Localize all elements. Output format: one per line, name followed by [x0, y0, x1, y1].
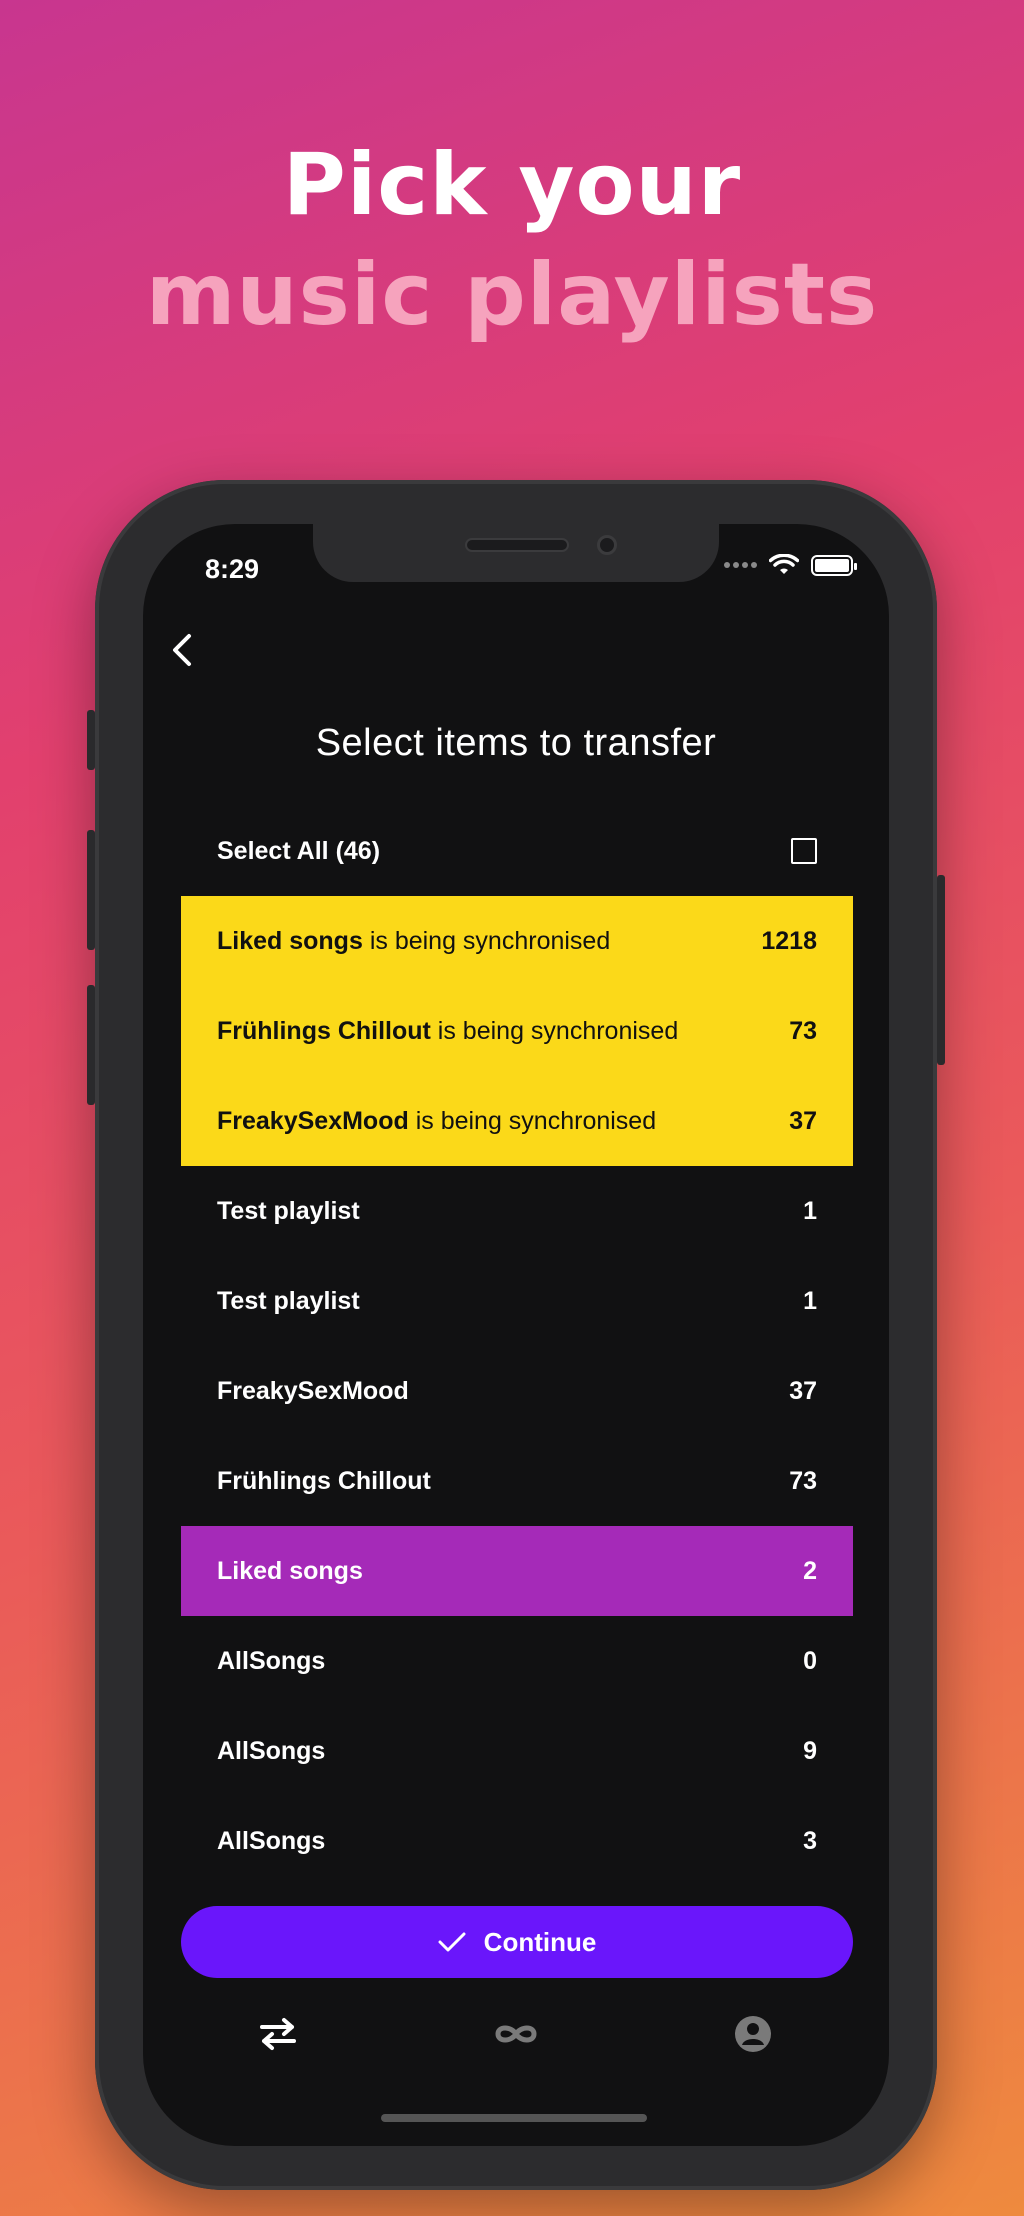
home-indicator[interactable]	[381, 2114, 647, 2122]
playlist-name: AllSongs	[217, 1646, 326, 1675]
playlist-name: Liked songs	[217, 926, 363, 955]
volume-up-button	[87, 830, 95, 950]
select-all-checkbox[interactable]	[791, 838, 817, 864]
track-count: 3	[803, 1826, 817, 1855]
playlist-row-selected[interactable]: Liked songs 2	[181, 1526, 853, 1616]
volume-down-button	[87, 985, 95, 1105]
camera	[597, 535, 617, 555]
power-button	[937, 875, 945, 1065]
headline-line-1: Pick your	[282, 135, 742, 235]
infinity-icon	[495, 2025, 537, 2043]
playlist-row[interactable]: AllSongs 3	[181, 1796, 853, 1886]
playlist-name: FreakySexMood	[217, 1376, 409, 1405]
track-count: 1218	[761, 926, 817, 955]
back-arrow-icon[interactable]	[161, 628, 205, 672]
tab-sync[interactable]	[486, 2004, 546, 2064]
select-all-label: Select All (46)	[217, 836, 381, 865]
playlist-name: Liked songs	[217, 1556, 363, 1585]
notch	[313, 524, 719, 582]
transfer-icon	[260, 2018, 296, 2050]
status-icons	[724, 554, 857, 576]
speaker	[465, 538, 569, 552]
sync-row: Liked songs is being synchronised 1218	[181, 896, 853, 986]
continue-button[interactable]: Continue	[181, 1906, 853, 1978]
track-count: 37	[789, 1376, 817, 1405]
track-count: 1	[803, 1286, 817, 1315]
track-count: 9	[803, 1736, 817, 1765]
playlist-name: FreakySexMood	[217, 1106, 409, 1135]
sync-status-text: is being synchronised	[408, 1106, 657, 1135]
screen-title: Select items to transfer	[315, 722, 717, 764]
playlist-row[interactable]: Frühlings Chillout 73	[181, 1436, 853, 1526]
playlist-row[interactable]: Test playlist 1	[181, 1166, 853, 1256]
sync-status-text: is being synchronised	[362, 926, 611, 955]
playlist-name: Frühlings Chillout	[217, 1016, 431, 1045]
profile-icon	[735, 2016, 771, 2052]
playlist-row[interactable]: Test playlist 1	[181, 1256, 853, 1346]
status-time: 8:29	[205, 554, 260, 584]
headline-line-2: music playlists	[145, 245, 879, 345]
phone-frame: 8:29 Select items to transfer Select All…	[87, 480, 945, 2190]
select-all-row[interactable]: Select All (46)	[181, 806, 853, 896]
mute-switch	[87, 710, 95, 770]
playlist-name: Test playlist	[217, 1196, 360, 1225]
playlist-name: Test playlist	[217, 1286, 360, 1315]
track-count: 37	[789, 1106, 817, 1135]
playlist-name: Frühlings Chillout	[217, 1466, 431, 1495]
track-count: 73	[789, 1016, 817, 1045]
playlist-row[interactable]: AllSongs 9	[181, 1706, 853, 1796]
tab-transfer[interactable]	[248, 2004, 308, 2064]
track-count: 1	[803, 1196, 817, 1225]
playlist-name: AllSongs	[217, 1736, 326, 1765]
headline: Pick your music playlists	[0, 130, 1024, 350]
playlist-row[interactable]: AllSongs 0	[181, 1616, 853, 1706]
battery-icon	[811, 554, 857, 576]
app-screen: 8:29 Select items to transfer Select All…	[143, 524, 889, 2146]
wifi-icon	[769, 554, 799, 574]
playlist-list: Select All (46) Liked songs is being syn…	[181, 806, 853, 1886]
track-count: 0	[803, 1646, 817, 1675]
tab-profile[interactable]	[723, 2004, 783, 2064]
playlist-name: AllSongs	[217, 1826, 326, 1855]
sync-row: Frühlings Chillout is being synchronised…	[181, 986, 853, 1076]
continue-label: Continue	[483, 1926, 597, 1957]
playlist-row[interactable]: FreakySexMood 37	[181, 1346, 853, 1436]
track-count: 2	[803, 1556, 817, 1585]
tab-bar	[143, 2004, 889, 2084]
checkmark-icon	[438, 1932, 466, 1952]
signal-icon	[724, 562, 757, 568]
sync-status-text: is being synchronised	[430, 1016, 679, 1045]
track-count: 73	[789, 1466, 817, 1495]
sync-row: FreakySexMood is being synchronised 37	[181, 1076, 853, 1166]
